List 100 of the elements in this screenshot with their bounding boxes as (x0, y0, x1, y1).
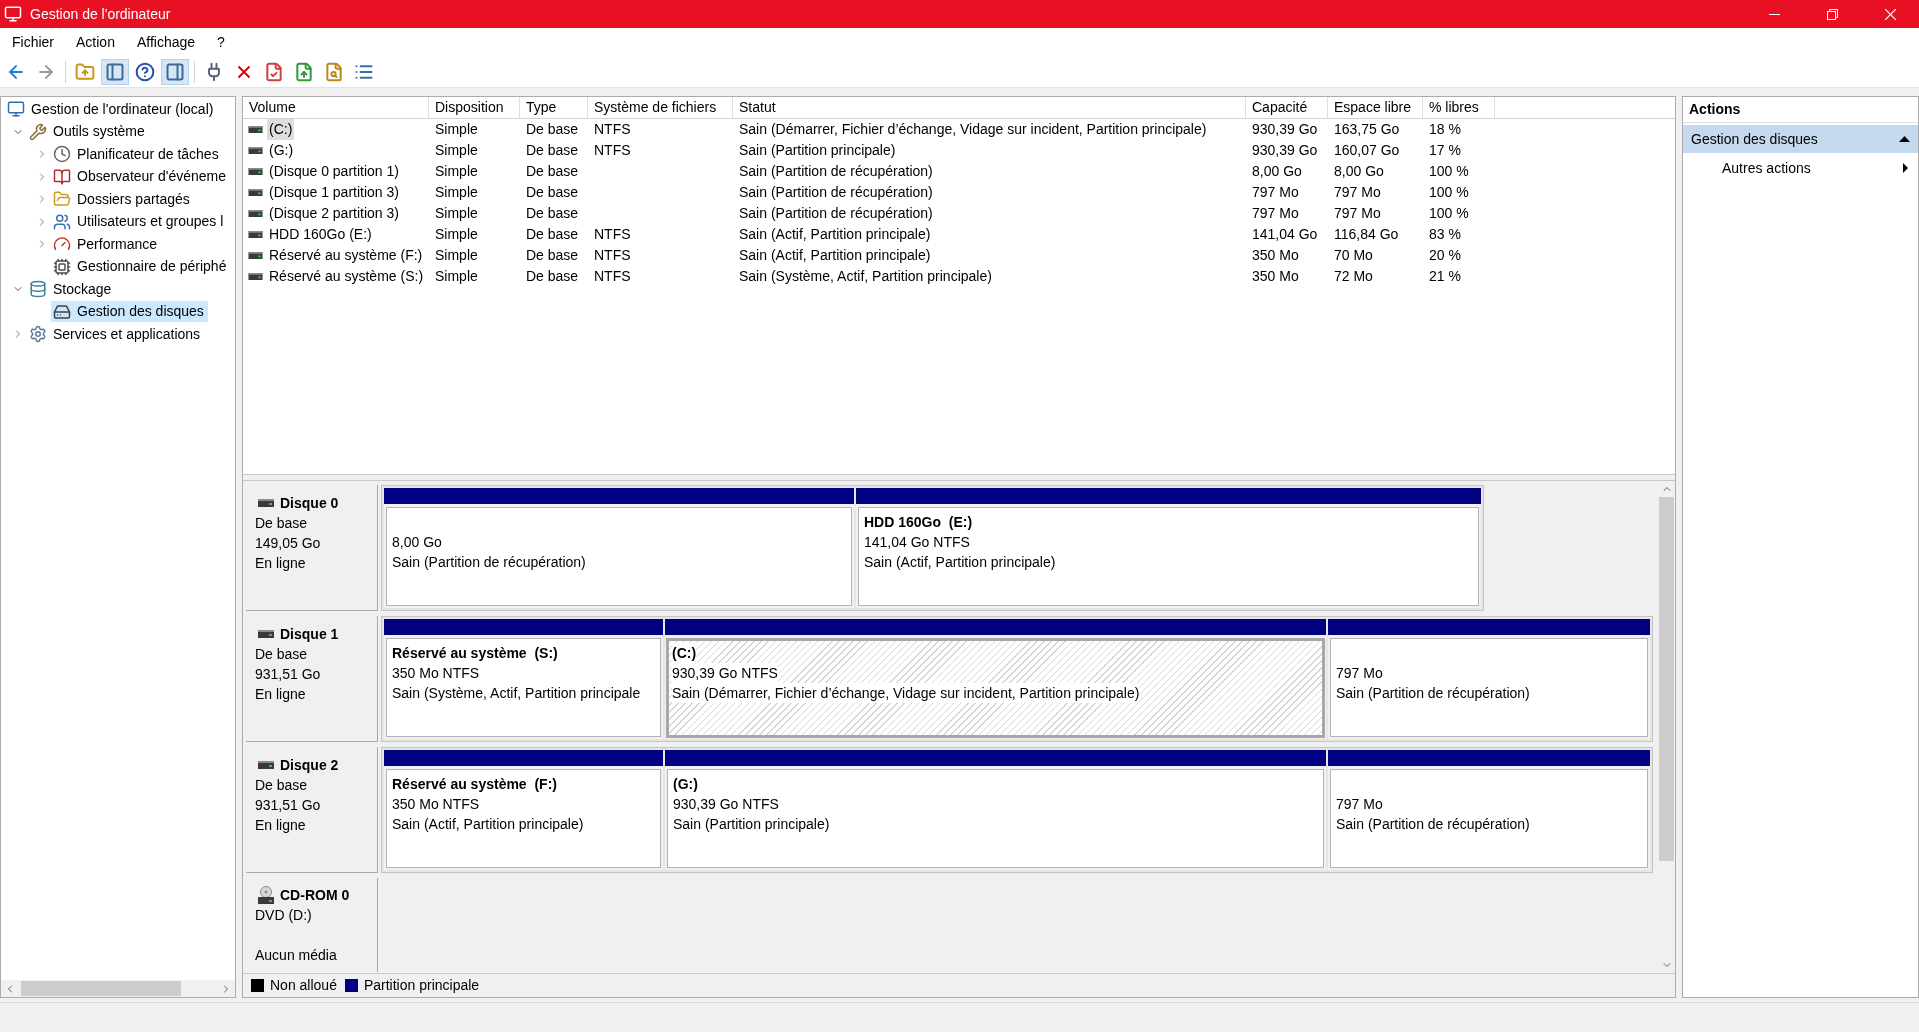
table-cell[interactable]: (Disque 1 partition 3) (267, 182, 401, 203)
section-header[interactable]: Gestion des disques (1683, 125, 1918, 153)
scrollbar-thumb[interactable] (1659, 497, 1674, 861)
tree-item[interactable]: Utilisateurs et groupes l (51, 211, 228, 233)
column-header[interactable]: Capacité (1246, 97, 1328, 118)
tree-item[interactable]: Outils système (27, 121, 149, 143)
scrollbar-thumb[interactable] (21, 981, 181, 996)
folder-up-icon (75, 61, 95, 82)
tree-toggle-button[interactable] (101, 58, 129, 85)
table-cell-text: 20 % (1428, 246, 1462, 265)
window-title: Gestion de l'ordinateur (30, 4, 171, 24)
hard-drive-icon (53, 302, 71, 321)
table-cell-text: 350 Mo (1251, 246, 1300, 265)
partition[interactable]: HDD 160Go (E:) 141,04 Go NTFS Sain (Actif, Partition principale) (856, 488, 1481, 608)
drive-icon (258, 499, 274, 507)
table-cell-text: Simple (434, 120, 479, 139)
partition[interactable]: 8,00 Go Sain (Partition de récupération) (384, 488, 854, 608)
tree-item[interactable]: Planificateur de tâches (51, 143, 223, 165)
table-cell-text: 21 % (1428, 267, 1462, 286)
partition-status: Sain (Démarrer, Fichier d’échange, Vidage sur incident, Partition principale) (672, 683, 1140, 703)
table-cell-text: Simple (434, 141, 479, 160)
column-header[interactable]: Statut (733, 97, 1246, 118)
table-cell[interactable]: (Disque 0 partition 1) (267, 161, 401, 182)
partition[interactable]: 797 Mo Sain (Partition de récupération) (1328, 750, 1650, 870)
partition-body[interactable]: 797 Mo Sain (Partition de récupération) (1330, 769, 1648, 868)
partition-size: 797 Mo (1336, 795, 1383, 814)
tree-item[interactable]: Performance (51, 233, 162, 255)
partition-size: 8,00 Go (392, 533, 442, 552)
table-cell[interactable]: Réservé au système (F:) (267, 245, 425, 266)
table-cell-text: Sain (Actif, Partition principale) (738, 246, 932, 265)
partition[interactable]: (C:) 930,39 Go NTFS Sain (Démarrer, Fichier d’échange, Vidage sur incident, Partition principale) (665, 619, 1326, 739)
help-icon (135, 61, 155, 82)
table-cell[interactable]: HDD 160Go (E:) (267, 224, 374, 245)
column-header[interactable]: Espace libre (1328, 97, 1423, 118)
table-cell[interactable]: (Disque 2 partition 3) (267, 203, 401, 224)
partition-body[interactable]: (C:) 930,39 Go NTFS Sain (Démarrer, Fichier d’échange, Vidage sur incident, Partition principale) (666, 638, 1325, 738)
partition-size: 350 Mo NTFS (392, 664, 480, 683)
disk-name: Disque 1 (280, 625, 339, 644)
splitter[interactable] (243, 474, 1675, 481)
partition-body[interactable]: HDD 160Go (E:) 141,04 Go NTFS Sain (Actif, Partition principale) (858, 507, 1479, 606)
menu-item[interactable]: ? (206, 28, 236, 56)
disk-type: De base (254, 776, 308, 795)
column-header[interactable]: Volume (243, 97, 429, 118)
table-cell[interactable]: Réservé au système (S:) (267, 266, 426, 287)
table-cell-text: Simple (434, 162, 479, 181)
tree-item[interactable]: Observateur d'événeme (51, 166, 230, 188)
partition-body[interactable]: Réservé au système (S:) 350 Mo NTFS Sain (Système, Actif, Partition principale (386, 638, 661, 737)
drive-icon (248, 273, 263, 280)
column-header[interactable]: % libres (1423, 97, 1495, 118)
partition[interactable]: Réservé au système (F:) 350 Mo NTFS Sain (Actif, Partition principale) (384, 750, 663, 870)
caret-up-icon[interactable] (1899, 136, 1910, 142)
table-cell-text: 83 % (1428, 225, 1462, 244)
column-header[interactable]: Système de fichiers (588, 97, 733, 118)
table-cell-text: 797 Mo (1251, 204, 1300, 223)
partition-body[interactable]: (G:) 930,39 Go NTFS Sain (Partition principale) (667, 769, 1324, 868)
table-cell-text: Sain (Démarrer, Fichier d’échange, Vidage sur incident, Partition principale) (738, 120, 1208, 139)
action-item[interactable]: Autres actions (1683, 153, 1918, 183)
book-icon (53, 167, 71, 186)
table-cell[interactable]: (G:) (267, 140, 296, 161)
table-cell-text: De base (525, 141, 580, 160)
table-cell-text: De base (525, 120, 580, 139)
table-cell-text: Sain (Actif, Partition principale) (738, 225, 932, 244)
partition[interactable]: Réservé au système (S:) 350 Mo NTFS Sain (Système, Actif, Partition principale (384, 619, 663, 739)
partition[interactable]: (G:) 930,39 Go NTFS Sain (Partition principale) (665, 750, 1326, 870)
menu-item[interactable]: Fichier (1, 28, 65, 56)
menu-item[interactable]: Action (65, 28, 126, 56)
table-cell[interactable]: (C:) (267, 119, 295, 140)
table-cell-text: 17 % (1428, 141, 1462, 160)
table-cell-text: Simple (434, 204, 479, 223)
pane-title: Actions (1683, 97, 1918, 123)
partition-body[interactable]: 8,00 Go Sain (Partition de récupération) (386, 507, 852, 606)
action-pane-toggle-button[interactable] (161, 58, 189, 85)
tree-item[interactable]: Stockage (27, 278, 116, 300)
table-cell-text: NTFS (593, 120, 632, 139)
table-cell-text: 930,39 Go (1251, 120, 1319, 139)
table-cell-text: 350 Mo (1251, 267, 1300, 286)
column-header[interactable]: Disposition (429, 97, 520, 118)
tree-item[interactable]: Services et applications (27, 323, 205, 345)
tree-item[interactable]: Gestion de l'ordinateur (local) (5, 98, 218, 120)
tree-item[interactable]: Gestion des disques (51, 301, 208, 323)
panel-left-icon (105, 61, 125, 82)
column-header[interactable]: Type (520, 97, 588, 118)
partition-body[interactable]: Réservé au système (F:) 350 Mo NTFS Sain (Actif, Partition principale) (386, 769, 661, 868)
partition-status: Sain (Partition de récupération) (392, 553, 586, 572)
tree-item[interactable]: Gestionnaire de périphé (51, 256, 231, 278)
file-search-icon (324, 61, 344, 82)
partition-status: Sain (Partition de récupération) (1336, 684, 1530, 703)
drive-icon (248, 210, 263, 217)
table-cell-text: Simple (434, 225, 479, 244)
partition-size: 930,39 Go NTFS (672, 663, 778, 683)
drive-icon (248, 168, 263, 175)
table-cell-text: NTFS (593, 225, 632, 244)
menu-item[interactable]: Affichage (125, 28, 207, 56)
table-cell-text: Sain (Partition de récupération) (738, 162, 934, 181)
partition-label: HDD 160Go (E:) (864, 513, 973, 532)
partition-body[interactable]: 797 Mo Sain (Partition de récupération) (1330, 638, 1648, 737)
minimize-icon (1768, 13, 1780, 15)
disk-size: 931,51 Go (254, 665, 321, 684)
partition[interactable]: 797 Mo Sain (Partition de récupération) (1328, 619, 1650, 739)
tree-item[interactable]: Dossiers partagés (51, 188, 194, 210)
